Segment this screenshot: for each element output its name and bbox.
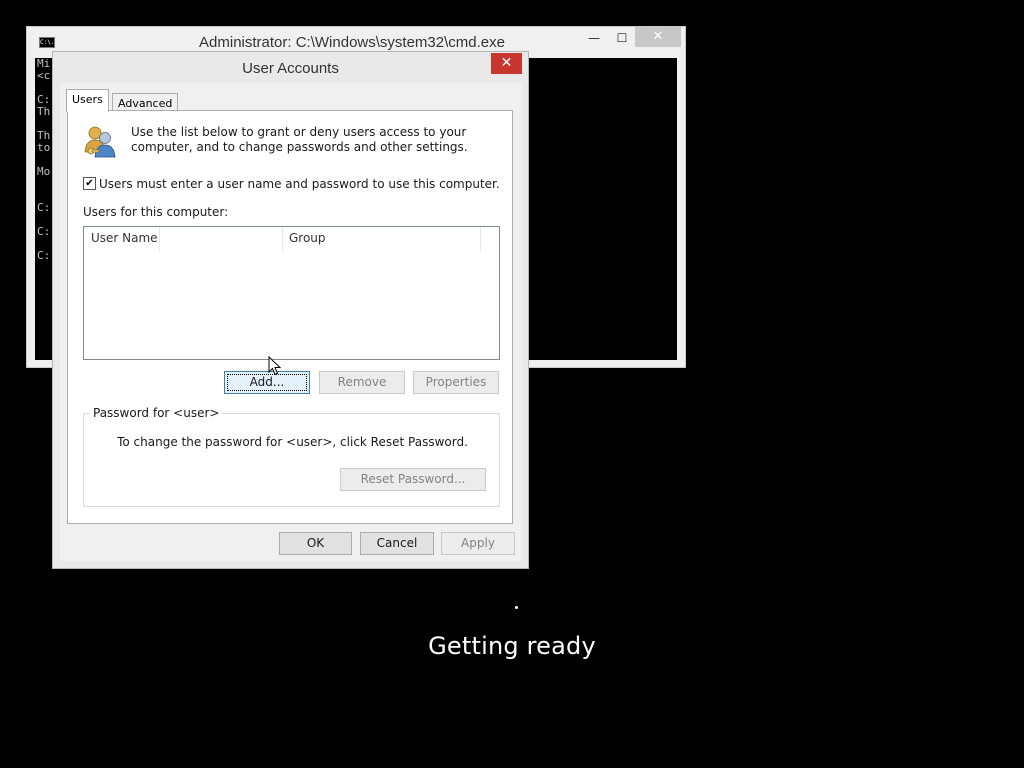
users-list-label: Users for this computer: — [83, 205, 229, 219]
dialog-body: Users Advanced Use the list below to gra… — [60, 83, 522, 561]
users-tab-panel: Use the list below to grant or deny user… — [67, 110, 513, 524]
column-divider[interactable] — [159, 227, 160, 251]
ok-button[interactable]: OK — [279, 532, 352, 555]
apply-button[interactable]: Apply — [441, 532, 515, 555]
column-header-group[interactable]: Group — [289, 231, 326, 245]
must-enter-checkbox[interactable]: ✔ — [83, 177, 96, 190]
tab-users[interactable]: Users — [66, 89, 109, 112]
users-list[interactable]: User Name Group — [83, 226, 500, 360]
password-instructions: To change the password for <user>, click… — [117, 435, 468, 449]
column-divider[interactable] — [282, 227, 283, 251]
column-divider[interactable] — [480, 227, 481, 251]
properties-button[interactable]: Properties — [413, 371, 499, 394]
dialog-frame: User Accounts ✕ Users Advanced Use the l… — [53, 52, 528, 568]
password-groupbox: Password for <user> To change the passwo… — [83, 406, 500, 507]
dialog-close-button[interactable]: ✕ — [491, 53, 522, 74]
maximize-button[interactable]: ☐ — [607, 27, 637, 49]
password-group-legend: Password for <user> — [90, 406, 223, 420]
progress-spinner-dot — [515, 606, 518, 609]
dialog-title: User Accounts — [242, 60, 339, 77]
cmd-app-icon: C:\. — [39, 37, 55, 48]
add-user-button[interactable]: Add... — [224, 371, 310, 394]
user-accounts-dialog[interactable]: User Accounts ✕ Users Advanced Use the l… — [52, 51, 529, 569]
reset-password-button[interactable]: Reset Password... — [340, 468, 486, 491]
cmd-window-title: Administrator: C:\Windows\system32\cmd.e… — [199, 34, 505, 51]
users-icon — [84, 126, 116, 158]
getting-ready-text: Getting ready — [428, 632, 596, 660]
must-enter-label[interactable]: Users must enter a user name and passwor… — [99, 177, 500, 191]
cancel-button[interactable]: Cancel — [360, 532, 434, 555]
minimize-button[interactable]: — — [579, 27, 609, 49]
remove-user-button[interactable]: Remove — [319, 371, 405, 394]
intro-text: Use the list below to grant or deny user… — [131, 125, 468, 154]
focus-rectangle — [227, 374, 307, 391]
cmd-close-button[interactable]: ✕ — [635, 27, 681, 47]
mouse-pointer-icon — [268, 356, 282, 376]
column-header-username[interactable]: User Name — [91, 231, 158, 245]
